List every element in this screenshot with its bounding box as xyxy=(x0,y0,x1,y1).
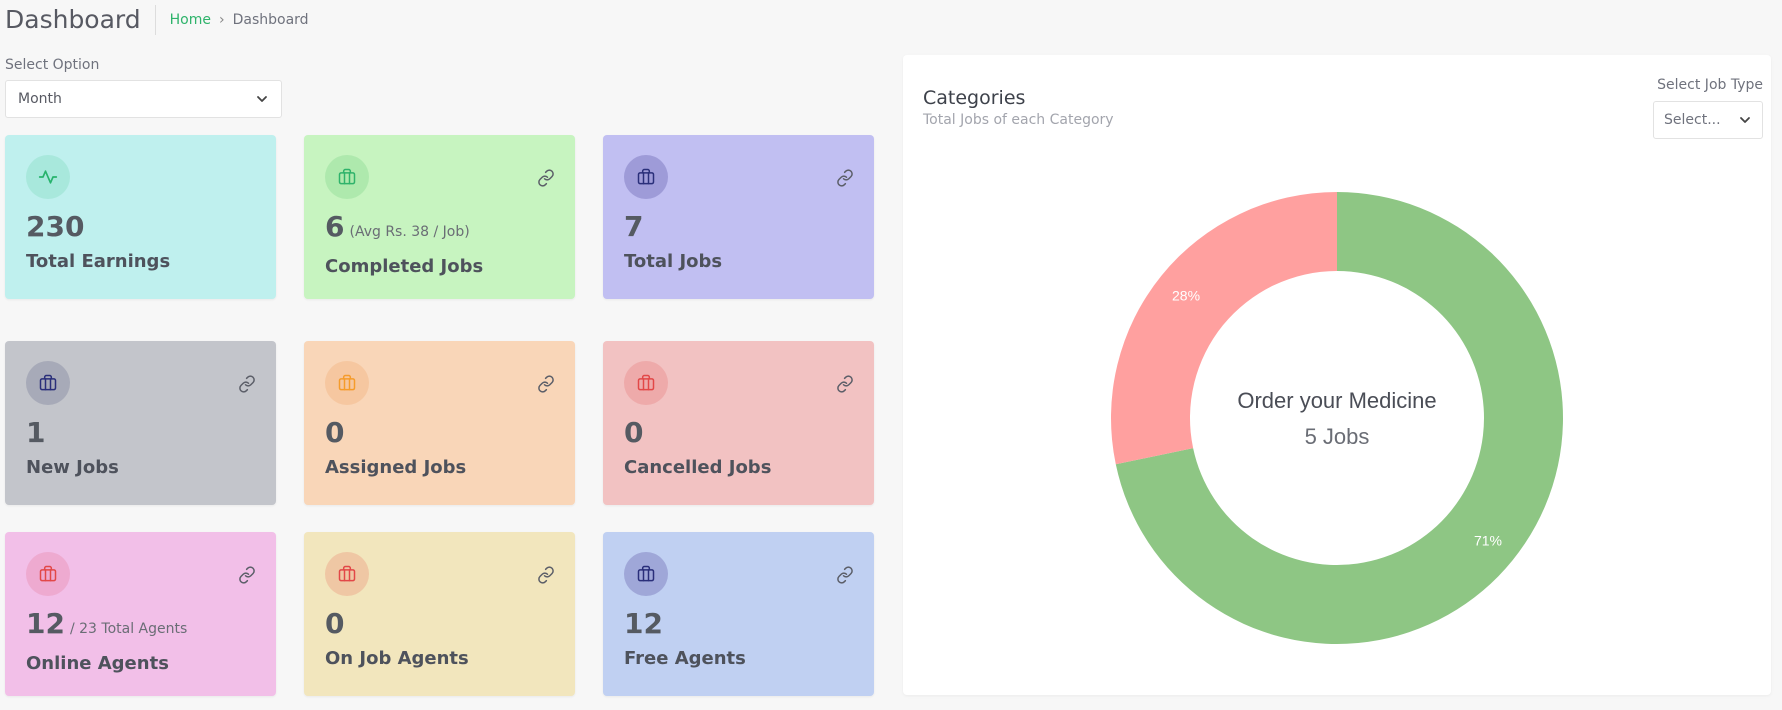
stat-label: On Job Agents xyxy=(325,648,469,669)
link-icon[interactable] xyxy=(537,375,555,393)
period-select[interactable]: Month xyxy=(5,80,282,118)
page-title: Dashboard xyxy=(0,5,156,35)
stat-value: 0 xyxy=(325,417,554,449)
stat-number: 6 xyxy=(325,210,345,243)
link-icon[interactable] xyxy=(238,566,256,584)
stat-value: 0 xyxy=(624,417,853,449)
stat-card-free-agents: 12 Free Agents xyxy=(603,532,874,696)
stat-card-cancelled-jobs: 0 Cancelled Jobs xyxy=(603,341,874,505)
select-option-label: Select Option xyxy=(5,57,100,73)
stat-label: Completed Jobs xyxy=(325,256,484,277)
link-icon[interactable] xyxy=(836,169,854,187)
stat-number: 0 xyxy=(325,416,345,449)
stat-card-assigned-jobs: 0 Assigned Jobs xyxy=(304,341,575,505)
stat-value: 12 / 23 Total Agents xyxy=(26,608,255,645)
briefcase-icon xyxy=(26,361,70,405)
page-header: Dashboard Home › Dashboard xyxy=(0,0,309,40)
stat-label: Online Agents xyxy=(26,653,169,674)
link-icon[interactable] xyxy=(836,566,854,584)
stat-value: 0 xyxy=(325,608,554,640)
briefcase-icon xyxy=(624,552,668,596)
stat-card-total-earnings: 230 Total Earnings xyxy=(5,135,276,299)
donut-center-title: Order your Medicine xyxy=(1237,388,1436,413)
stat-label: Total Earnings xyxy=(26,251,171,272)
categories-donut-chart: 71% 28% Order your Medicine 5 Jobs xyxy=(1111,192,1563,644)
period-select-value: Month xyxy=(18,91,62,107)
briefcase-icon xyxy=(325,361,369,405)
stat-label: Free Agents xyxy=(624,648,746,669)
stat-label: Cancelled Jobs xyxy=(624,457,772,478)
stat-value: 1 xyxy=(26,417,255,449)
link-icon[interactable] xyxy=(836,375,854,393)
stat-label: New Jobs xyxy=(26,457,119,478)
link-icon[interactable] xyxy=(537,566,555,584)
stat-label: Total Jobs xyxy=(624,251,723,272)
briefcase-icon xyxy=(26,552,70,596)
breadcrumb-current: Dashboard xyxy=(232,12,309,28)
stat-card-completed-jobs: 6 (Avg Rs. 38 / Job) Completed Jobs xyxy=(304,135,575,299)
chevron-down-icon xyxy=(257,96,267,102)
stat-card-new-jobs: 1 New Jobs xyxy=(5,341,276,505)
donut-slice-label-1: 28% xyxy=(1172,287,1200,303)
stat-number: 0 xyxy=(624,416,644,449)
stat-number: 230 xyxy=(26,210,85,243)
briefcase-icon xyxy=(624,155,668,199)
activity-icon xyxy=(26,155,70,199)
stat-card-total-jobs: 7 Total Jobs xyxy=(603,135,874,299)
stat-value: 6 (Avg Rs. 38 / Job) xyxy=(325,211,554,248)
donut-slice-1[interactable] xyxy=(1111,192,1337,465)
stat-number: 7 xyxy=(624,210,644,243)
stat-subtext: (Avg Rs. 38 / Job) xyxy=(349,224,470,240)
chevron-right-icon: › xyxy=(218,12,225,28)
donut-slice-label-0: 71% xyxy=(1474,533,1502,549)
link-icon[interactable] xyxy=(238,375,256,393)
stat-number: 0 xyxy=(325,607,345,640)
breadcrumb-home-link[interactable]: Home xyxy=(170,12,211,28)
categories-panel: Categories Total Jobs of each Category S… xyxy=(903,55,1771,695)
briefcase-icon xyxy=(325,155,369,199)
stat-value: 12 xyxy=(624,608,853,640)
stat-value: 230 xyxy=(26,211,255,243)
stat-value: 7 xyxy=(624,211,853,243)
briefcase-icon xyxy=(325,552,369,596)
briefcase-icon xyxy=(624,361,668,405)
link-icon[interactable] xyxy=(537,169,555,187)
stat-card-on-job-agents: 0 On Job Agents xyxy=(304,532,575,696)
stat-number: 12 xyxy=(26,607,65,640)
stat-number: 12 xyxy=(624,607,663,640)
breadcrumb: Home › Dashboard xyxy=(156,12,309,28)
stat-subtext: / 23 Total Agents xyxy=(69,621,188,637)
donut-center-value: 5 Jobs xyxy=(1305,424,1370,449)
stat-card-online-agents: 12 / 23 Total Agents Online Agents xyxy=(5,532,276,696)
stat-number: 1 xyxy=(26,416,46,449)
stat-label: Assigned Jobs xyxy=(325,457,467,478)
